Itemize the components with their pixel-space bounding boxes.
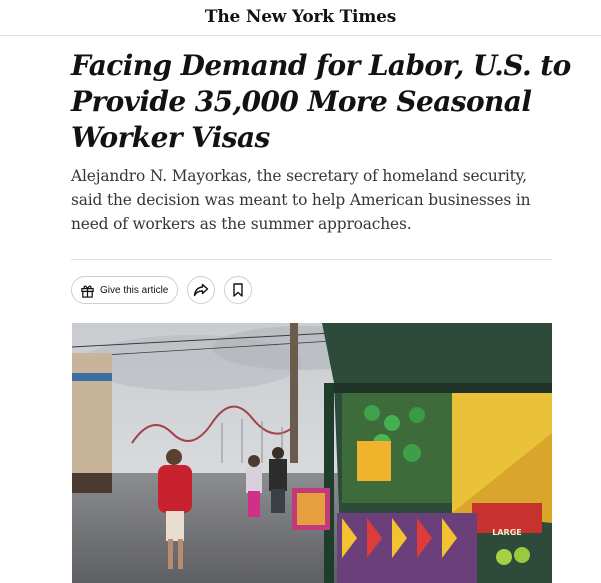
- give-article-label: Give this article: [100, 284, 169, 296]
- gift-icon: [80, 283, 95, 298]
- divider: [71, 259, 552, 260]
- share-tools: Give this article: [71, 276, 253, 304]
- masthead: The New York Times: [0, 0, 601, 36]
- nyt-logo[interactable]: The New York Times: [205, 7, 396, 27]
- large-sign-text: LARGE: [492, 528, 521, 537]
- article-photo[interactable]: LARGE: [72, 323, 552, 583]
- article-summary: Alejandro N. Mayorkas, the secretary of …: [71, 167, 531, 233]
- give-article-button[interactable]: Give this article: [71, 276, 179, 304]
- share-arrow-icon: [193, 283, 209, 297]
- bookmark-icon: [232, 283, 244, 297]
- save-button[interactable]: [224, 276, 253, 304]
- article-headline: Facing Demand for Labor, U.S. to Provide…: [71, 49, 571, 154]
- share-button[interactable]: [187, 276, 216, 304]
- boardwalk-photo-image: LARGE: [72, 323, 552, 583]
